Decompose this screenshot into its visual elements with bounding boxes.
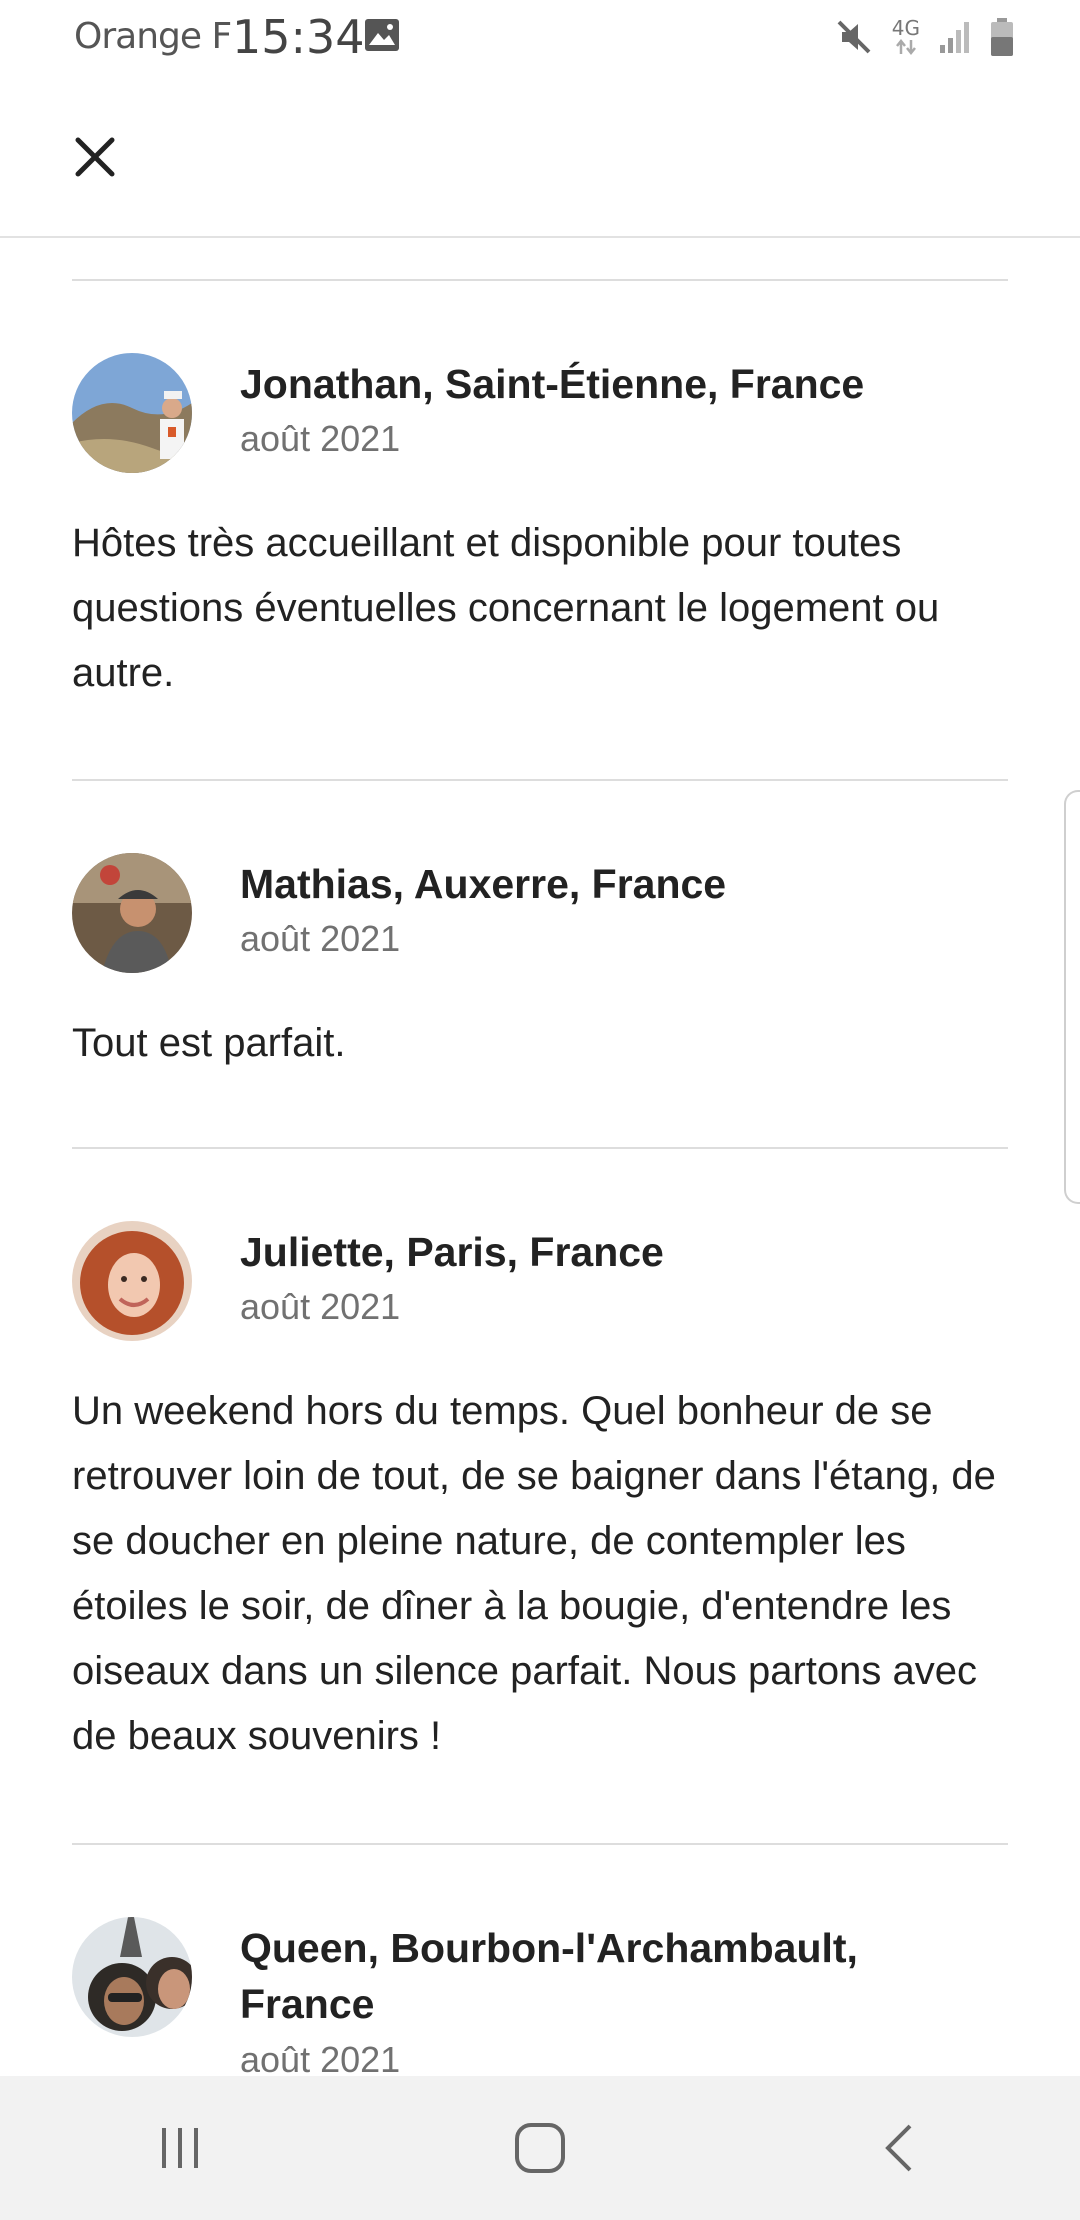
top-bar: [0, 74, 1080, 238]
recent-apps-icon: [162, 2128, 198, 2168]
network-indicator: 4G: [892, 18, 920, 56]
review-date: août 2021: [240, 2039, 401, 2076]
review-text: Hôtes très accueillant et disponible pou…: [72, 521, 940, 695]
review-item: Queen, Bourbon-l'Archambault, France aoû…: [72, 1917, 1008, 2076]
review-item: Mathias, Auxerre, France août 2021 Tout …: [72, 853, 1008, 1065]
review-date: août 2021: [240, 418, 401, 459]
back-icon: [885, 2124, 912, 2172]
reviewer-name: Juliette, Paris, France: [240, 1229, 664, 1275]
review-item: Juliette, Paris, France août 2021 Un wee…: [72, 1221, 1008, 1771]
reviewer-name: Queen, Bourbon-l'Archambault, France: [240, 1925, 858, 2027]
divider: [72, 779, 1008, 781]
carrier-label: Orange F: [74, 16, 232, 57]
navigation-bar: [0, 2076, 1080, 2220]
recent-apps-button[interactable]: [120, 2088, 240, 2208]
clock: 15:34: [232, 10, 365, 64]
network-type-label: 4G: [891, 16, 920, 40]
home-button[interactable]: [480, 2088, 600, 2208]
close-button[interactable]: [70, 132, 120, 182]
battery-icon: [990, 17, 1014, 57]
gallery-icon: [364, 18, 400, 52]
signal-icon: [938, 19, 972, 55]
data-arrows-icon: [895, 38, 916, 56]
edge-panel-handle[interactable]: [1064, 790, 1080, 1204]
reviews-list[interactable]: Jonathan, Saint-Étienne, France août 202…: [0, 238, 1080, 2076]
review-date: août 2021: [240, 1286, 401, 1327]
divider: [72, 279, 1008, 281]
reviewer-name: Jonathan, Saint-Étienne, France: [240, 361, 865, 407]
avatar[interactable]: [72, 353, 192, 473]
divider: [72, 1147, 1008, 1149]
review-text: Tout est parfait.: [72, 1021, 346, 1065]
reviewer-name: Mathias, Auxerre, France: [240, 861, 727, 907]
divider: [72, 1843, 1008, 1845]
avatar[interactable]: [72, 853, 192, 973]
avatar[interactable]: [72, 1221, 192, 1341]
status-bar: Orange F 15:34 4G: [0, 0, 1080, 74]
review-text: Un weekend hors du temps. Quel bonheur d…: [72, 1389, 996, 1758]
status-icons: 4G: [834, 12, 1014, 62]
mute-icon: [834, 17, 874, 57]
review-date: août 2021: [240, 918, 401, 959]
home-icon: [515, 2123, 565, 2173]
review-item: Jonathan, Saint-Étienne, France août 202…: [72, 353, 1008, 695]
screen: Orange F 15:34 4G Jonathan, Saint-Étienn…: [0, 0, 1080, 2220]
avatar[interactable]: [72, 1917, 192, 2037]
back-button[interactable]: [840, 2088, 960, 2208]
close-icon: [75, 137, 115, 177]
